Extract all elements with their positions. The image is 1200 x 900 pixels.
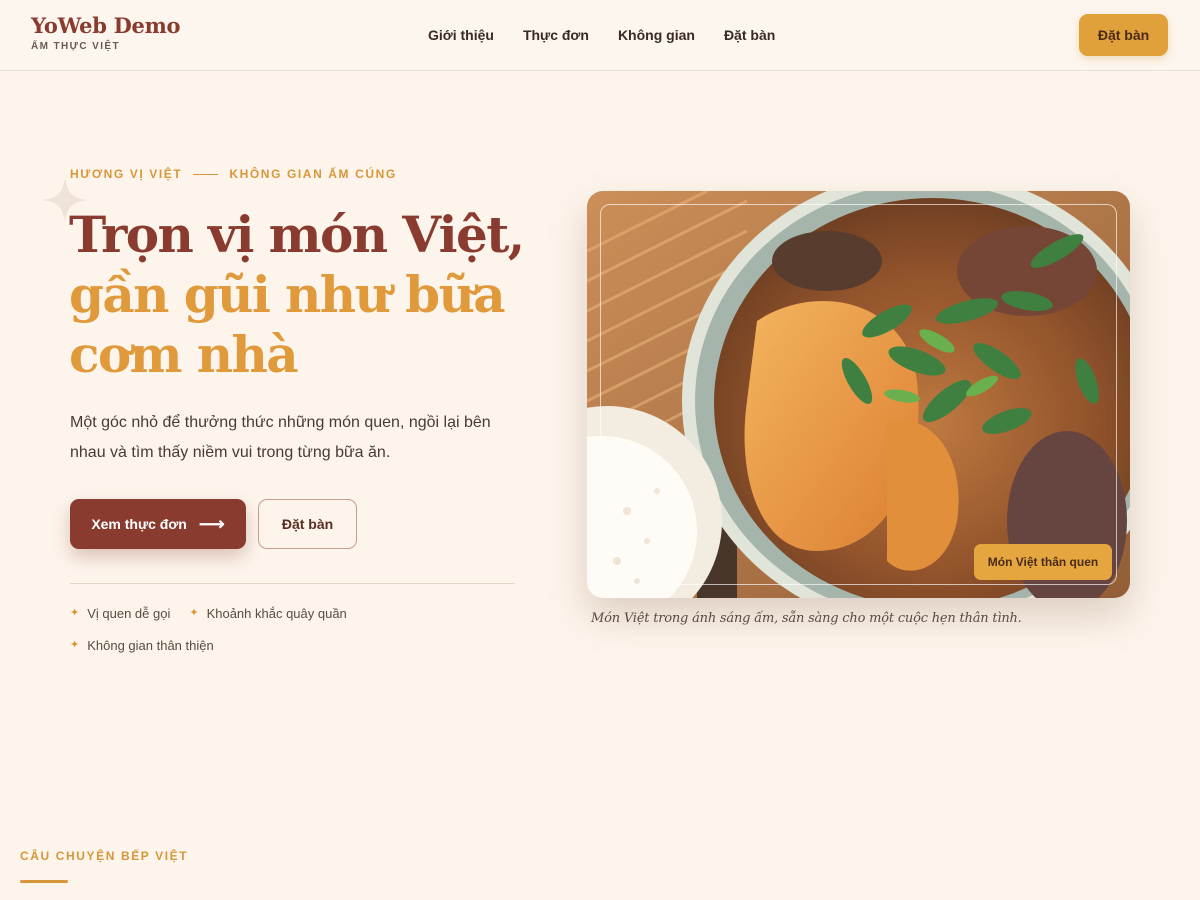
hero-photo	[587, 191, 1130, 598]
nav-item-booking[interactable]: Đặt bàn	[724, 26, 775, 44]
brand-name: YoWeb Demo	[31, 13, 181, 38]
photo-badge: Món Việt thân quen	[974, 544, 1112, 580]
star-bullet-icon: ✦	[189, 607, 199, 619]
star-bullet-icon: ✦	[70, 607, 80, 619]
feature-item: ✦ Khoảnh khắc quây quần	[189, 604, 346, 623]
eyebrow-divider	[193, 173, 219, 175]
view-menu-button[interactable]: Xem thực đơn ⟶	[70, 499, 246, 549]
feature-label: Vị quen dễ gọi	[87, 606, 171, 621]
headline-line-3: cơm nhà	[69, 325, 299, 384]
headline-line-2: gần gũi như bữa	[69, 265, 506, 324]
feature-label: Không gian thân thiện	[87, 638, 214, 653]
feature-item: ✦ Không gian thân thiện	[70, 636, 214, 655]
hero-eyebrow: HƯƠNG VỊ VIỆT KHÔNG GIAN ẤM CÚNG	[70, 167, 397, 181]
site-header: YoWeb Demo ẨM THỰC VIỆT Giới thiệu Thực …	[0, 0, 1200, 71]
braised-fish-dish-image	[587, 191, 1130, 598]
headline-line-1: Trọn vị món Việt,	[69, 205, 525, 264]
nav-item-space[interactable]: Không gian	[618, 26, 695, 44]
header-book-button[interactable]: Đặt bàn	[1079, 14, 1168, 56]
photo-caption: Món Việt trong ánh sáng ấm, sẵn sàng cho…	[591, 611, 1022, 626]
feature-item: ✦ Vị quen dễ gọi	[70, 604, 170, 623]
story-underline	[20, 880, 68, 883]
hero-features: ✦ Vị quen dễ gọi ✦ Khoảnh khắc quây quần…	[70, 604, 400, 668]
eyebrow-left-text: HƯƠNG VỊ VIỆT	[70, 167, 183, 181]
arrow-right-icon: ⟶	[198, 514, 225, 534]
eyebrow-right-text: KHÔNG GIAN ẤM CÚNG	[229, 167, 397, 181]
brand-tagline: ẨM THỰC VIỆT	[31, 41, 120, 52]
story-section-label: CÂU CHUYỆN BẾP VIỆT	[20, 849, 189, 863]
view-menu-label: Xem thực đơn	[91, 516, 187, 532]
hero-headline: Trọn vị món Việt, gần gũi như bữa cơm nh…	[69, 205, 539, 385]
brand-logo[interactable]: YoWeb Demo ẨM THỰC VIỆT	[31, 13, 181, 52]
main-nav: Giới thiệu Thực đơn Không gian Đặt bàn	[428, 26, 775, 44]
nav-item-menu[interactable]: Thực đơn	[523, 26, 589, 44]
hero-divider	[70, 583, 515, 584]
nav-item-about[interactable]: Giới thiệu	[428, 26, 494, 44]
hero-lead: Một góc nhỏ để thưởng thức những món que…	[70, 414, 491, 461]
feature-label: Khoảnh khắc quây quần	[206, 606, 347, 621]
star-bullet-icon: ✦	[70, 639, 80, 651]
book-table-button[interactable]: Đặt bàn	[258, 499, 357, 549]
